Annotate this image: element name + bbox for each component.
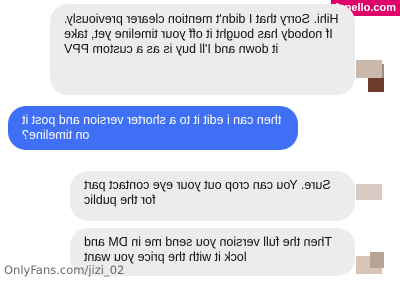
received-message-bubble: Hihi. Sorry that I didn't mention cleare… bbox=[50, 4, 355, 95]
avatar bbox=[370, 252, 384, 268]
sent-message-bubble: then can i edit it to a shorter version … bbox=[8, 106, 298, 150]
source-watermark: OnlyFans.com/jizi_02 bbox=[4, 263, 125, 277]
received-message-bubble: Sure. You can crop out your eye contact … bbox=[70, 171, 355, 221]
avatar bbox=[356, 60, 382, 78]
message-text: Sure. You can crop out your eye contact … bbox=[84, 178, 331, 207]
avatar[interactable] bbox=[356, 184, 382, 200]
avatar bbox=[368, 78, 384, 92]
message-text: then can i edit it to a shorter version … bbox=[22, 113, 282, 142]
message-text: Hihi. Sorry that I didn't mention cleare… bbox=[64, 12, 339, 56]
message-text: Then the full version you send me in DM … bbox=[84, 235, 333, 264]
